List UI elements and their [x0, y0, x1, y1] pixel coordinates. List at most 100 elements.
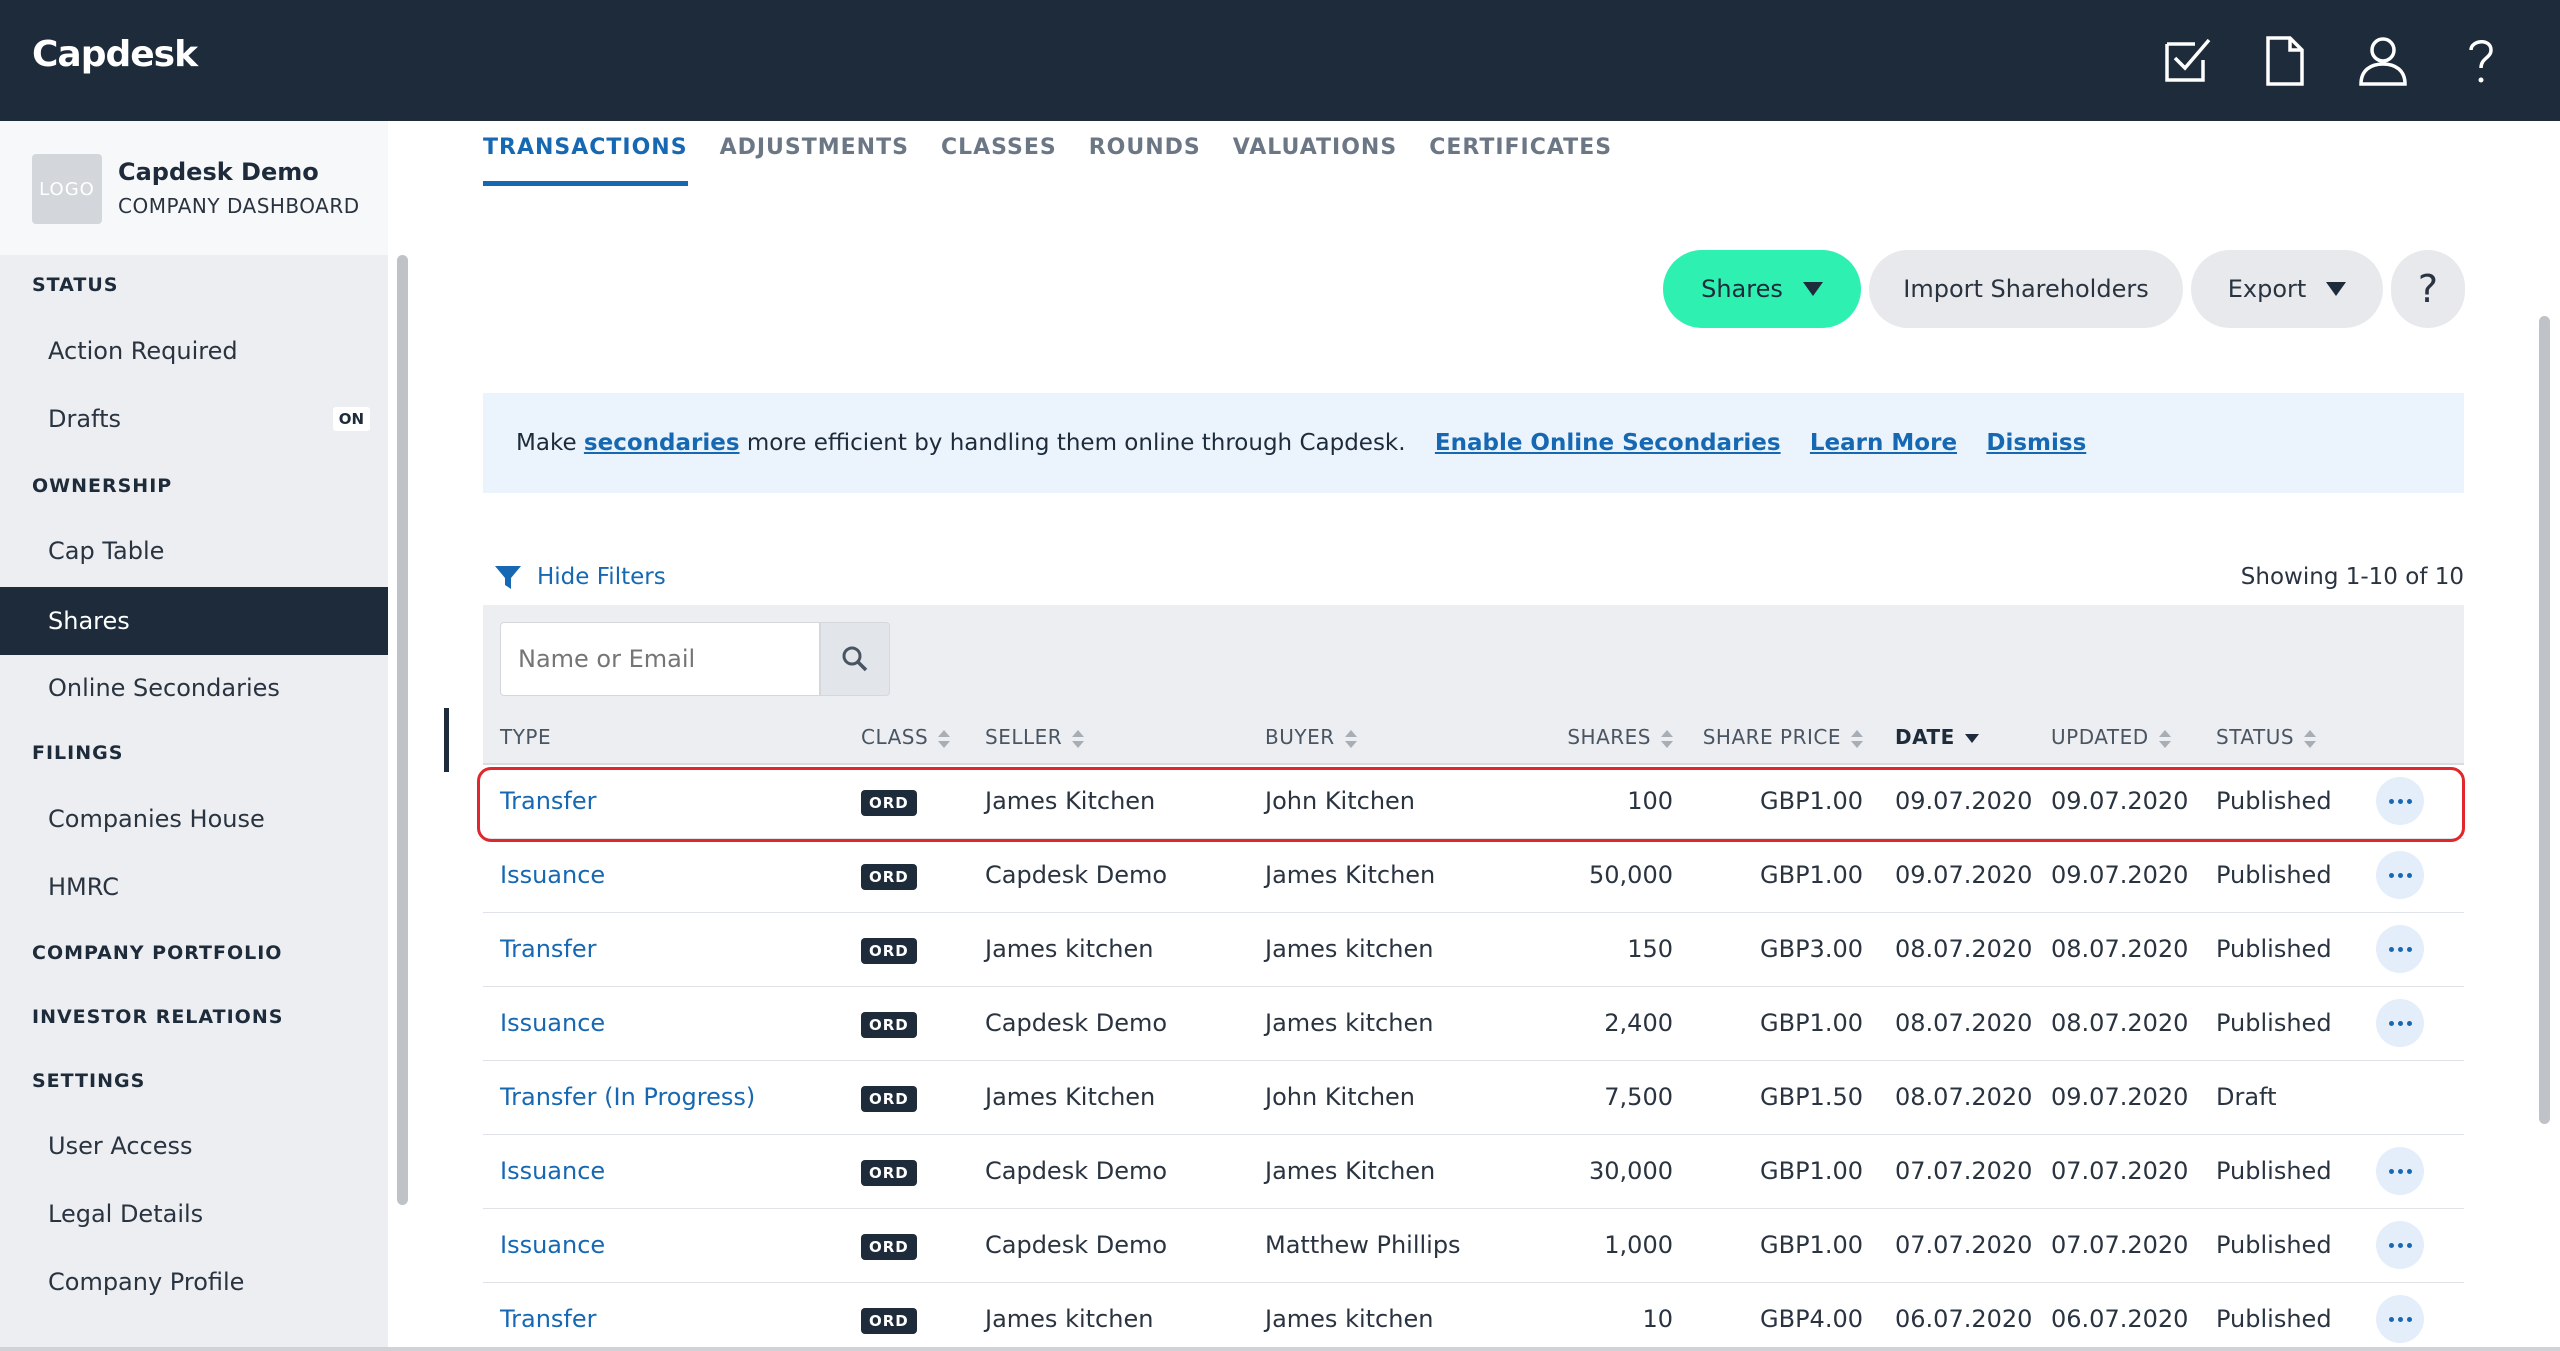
column-header-buyer[interactable]: BUYER	[1265, 711, 1495, 765]
actions-cell	[2336, 1208, 2464, 1283]
status-cell: Published	[2194, 1208, 2336, 1283]
sidebar-item-shares[interactable]: Shares	[0, 587, 388, 655]
table-row[interactable]: Issuance ORD Capdesk Demo James kitchen 2,40…	[483, 986, 2464, 1061]
main-scrollbar[interactable]	[2539, 316, 2550, 1124]
sort-icon	[1851, 729, 1863, 748]
tab-transactions[interactable]: TRANSACTIONS	[483, 130, 688, 186]
enable-online-secondaries-link[interactable]: Enable Online Secondaries	[1435, 430, 1781, 456]
column-header-date[interactable]: DATE	[1863, 711, 2029, 765]
sidebar-item-companies-house[interactable]: Companies House	[0, 785, 388, 853]
status-cell: Draft	[2194, 1060, 2336, 1135]
sidebar-item-cap-table[interactable]: Cap Table	[0, 517, 388, 585]
help-button[interactable]: ?	[2391, 250, 2465, 328]
column-header-updated[interactable]: UPDATED	[2029, 711, 2194, 765]
column-header-class[interactable]: CLASS	[861, 711, 985, 765]
shares-cell: 7,500	[1495, 1060, 1673, 1135]
table-row[interactable]: Issuance ORD Capdesk Demo James Kitchen 50,0…	[483, 838, 2464, 913]
share-price-cell: GBP1.00	[1673, 764, 1863, 839]
column-header-actions	[2336, 711, 2464, 765]
company-logo: LOGO	[32, 154, 102, 224]
sidebar-item-company-profile[interactable]: Company Profile	[0, 1248, 388, 1316]
row-actions-button[interactable]	[2376, 1147, 2424, 1195]
secondaries-link[interactable]: secondaries	[584, 430, 740, 456]
tab-adjustments[interactable]: ADJUSTMENTS	[720, 130, 909, 186]
class-badge: ORD	[861, 1012, 917, 1038]
question-icon: ?	[2417, 267, 2439, 311]
table-row[interactable]: Transfer (In Progress) ORD James Kitchen Jo…	[483, 1060, 2464, 1135]
transaction-type-link[interactable]: Transfer	[483, 787, 597, 815]
transaction-type-link[interactable]: Transfer	[483, 935, 597, 963]
sidebar-item-label: User Access	[48, 1132, 193, 1160]
company-subtitle: COMPANY DASHBOARD	[118, 194, 360, 218]
date-cell: 07.07.2020	[1863, 1208, 2032, 1283]
table-row[interactable]: Transfer ORD James kitchen James kitchen 150…	[483, 912, 2464, 987]
secondaries-banner: Make secondaries more efficient by handl…	[483, 393, 2464, 493]
transaction-type-link[interactable]: Transfer	[483, 1305, 597, 1333]
search-button[interactable]	[820, 622, 890, 696]
filter-panel	[483, 605, 2464, 711]
sidebar-item-online-secondaries[interactable]: Online Secondaries	[0, 654, 388, 722]
learn-more-link[interactable]: Learn More	[1810, 430, 1957, 456]
row-actions-button[interactable]	[2376, 1221, 2424, 1269]
transaction-type-link[interactable]: Issuance	[483, 1231, 605, 1259]
hide-filters-toggle[interactable]: Hide Filters	[493, 562, 666, 592]
sidebar-section-company-portfolio[interactable]: COMPANY PORTFOLIO	[32, 942, 282, 964]
sidebar-item-hmrc[interactable]: HMRC	[0, 853, 388, 921]
column-header-share-price[interactable]: SHARE PRICE	[1673, 711, 1863, 765]
column-header-status[interactable]: STATUS	[2194, 711, 2336, 765]
export-dropdown-button[interactable]: Export	[2191, 250, 2383, 328]
import-shareholders-button[interactable]: Import Shareholders	[1869, 250, 2183, 328]
table-row[interactable]: Transfer ORD James Kitchen John Kitchen 100 G…	[483, 764, 2464, 839]
sidebar-scrollbar[interactable]	[397, 255, 408, 1205]
sort-icon	[2158, 729, 2171, 748]
shares-cell: 150	[1495, 912, 1673, 987]
column-header-seller[interactable]: SELLER	[985, 711, 1265, 765]
table-row[interactable]: Issuance ORD Capdesk Demo Matthew Phillips 1…	[483, 1208, 2464, 1283]
dismiss-link[interactable]: Dismiss	[1986, 430, 2086, 456]
row-actions-button[interactable]	[2376, 925, 2424, 973]
row-actions-button[interactable]	[2376, 777, 2424, 826]
transaction-type-link[interactable]: Issuance	[483, 861, 605, 889]
document-icon[interactable]	[2254, 30, 2314, 90]
transaction-type-link[interactable]: Transfer (In Progress)	[483, 1083, 755, 1111]
column-header-shares[interactable]: SHARES	[1495, 711, 1673, 765]
sidebar-item-label: HMRC	[48, 873, 119, 901]
sidebar-section-settings: SETTINGS	[32, 1070, 146, 1092]
row-actions-button[interactable]	[2376, 1295, 2424, 1343]
sidebar-item-user-access[interactable]: User Access	[0, 1112, 388, 1180]
drafts-on-badge: ON	[332, 407, 370, 431]
content-edge-marker	[444, 708, 449, 772]
sidebar-item-label: Action Required	[48, 337, 238, 365]
table-row[interactable]: Issuance ORD Capdesk Demo James Kitchen 30,0…	[483, 1134, 2464, 1209]
checklist-icon[interactable]	[2157, 30, 2217, 90]
search-input[interactable]	[500, 622, 820, 696]
table-row[interactable]: Transfer ORD James kitchen James kitchen 10 G…	[483, 1282, 2464, 1351]
row-actions-button[interactable]	[2376, 851, 2424, 899]
tab-valuations[interactable]: VALUATIONS	[1233, 130, 1397, 186]
user-icon[interactable]	[2353, 30, 2413, 90]
transaction-type-link[interactable]: Issuance	[483, 1009, 605, 1037]
row-actions-button[interactable]	[2376, 999, 2424, 1047]
transaction-type-link[interactable]: Issuance	[483, 1157, 605, 1185]
shares-dropdown-button[interactable]: Shares	[1663, 250, 1861, 328]
seller-cell: James kitchen	[985, 1282, 1265, 1351]
import-button-label: Import Shareholders	[1903, 275, 2149, 303]
seller-cell: James Kitchen	[985, 764, 1265, 839]
actions-cell	[2336, 838, 2464, 913]
sidebar-item-legal-details[interactable]: Legal Details	[0, 1180, 388, 1248]
tab-classes[interactable]: CLASSES	[941, 130, 1057, 186]
tab-rounds[interactable]: ROUNDS	[1089, 130, 1201, 186]
company-header[interactable]: LOGO Capdesk Demo COMPANY DASHBOARD	[0, 121, 388, 255]
sidebar-item-drafts[interactable]: Drafts ON	[0, 385, 388, 453]
help-icon[interactable]	[2451, 30, 2511, 90]
sidebar-section-investor-relations[interactable]: INVESTOR RELATIONS	[32, 1006, 283, 1028]
updated-cell: 06.07.2020	[2029, 1282, 2194, 1351]
tab-certificates[interactable]: CERTIFICATES	[1429, 130, 1612, 186]
buyer-cell: James kitchen	[1265, 986, 1495, 1061]
transactions-table: TYPE CLASS SELLER BUYER SHARES SHARE PRI…	[483, 711, 2464, 1351]
app-logo[interactable]: Capdesk	[32, 34, 198, 75]
sort-icon	[1072, 729, 1085, 748]
company-name: Capdesk Demo	[118, 158, 319, 186]
sidebar-item-action-required[interactable]: Action Required	[0, 317, 388, 385]
chevron-down-icon	[2326, 282, 2347, 296]
